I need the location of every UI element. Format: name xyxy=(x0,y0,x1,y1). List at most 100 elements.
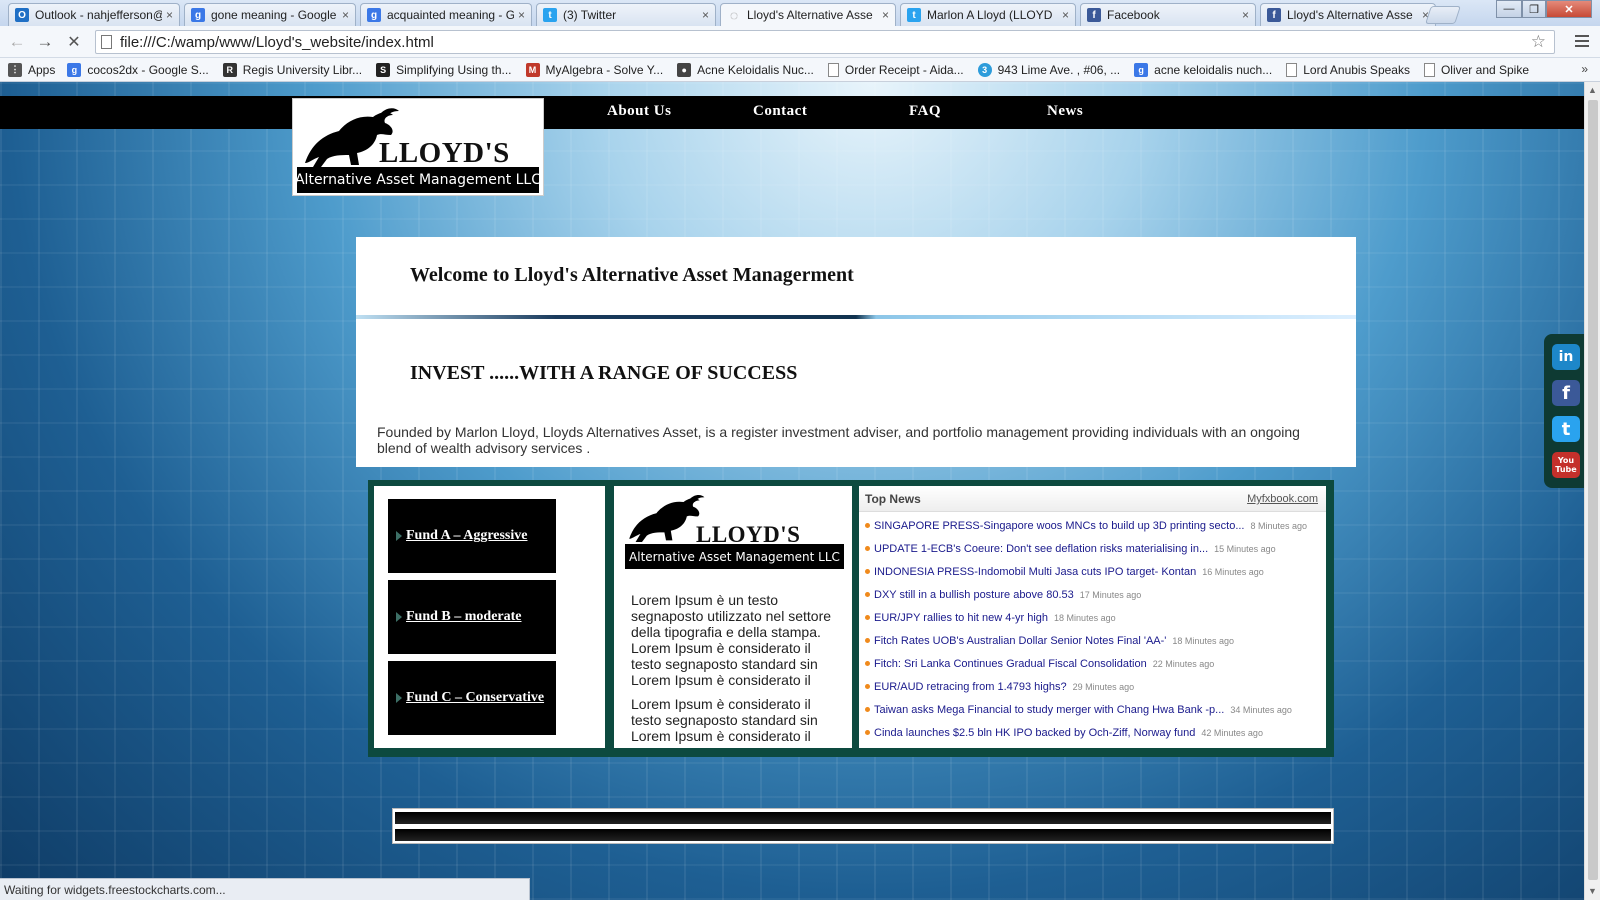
scrollbar-thumb[interactable] xyxy=(1588,100,1598,880)
fund-c-button[interactable]: Fund C – Conservative xyxy=(388,661,556,735)
bookmark-label: Order Receipt - Aida... xyxy=(844,62,964,77)
bookmark-label: Lord Anubis Speaks xyxy=(1303,62,1410,77)
bookmark-label: 943 Lime Ave. , #06, ... xyxy=(997,62,1121,77)
facebook-icon: f xyxy=(1087,8,1101,22)
twitter-icon[interactable]: t xyxy=(1552,416,1580,442)
browser-tab-strip: O Outlook - nahjefferson@ × g gone meani… xyxy=(0,0,1600,26)
news-headline[interactable]: EUR/JPY rallies to hit new 4-yr high xyxy=(874,612,1048,624)
nav-contact[interactable]: Contact xyxy=(753,103,807,120)
bookmark-myalgebra[interactable]: M MyAlgebra - Solve Y... xyxy=(525,62,663,77)
bookmark-acne-keloidalis[interactable]: ● Acne Keloidalis Nuc... xyxy=(677,62,814,77)
bookmark-oliver-spike[interactable]: Oliver and Spike xyxy=(1423,62,1530,77)
fund-b-button[interactable]: Fund B – moderate xyxy=(388,580,556,654)
about-column: LLOYD'S Alternative Asset Management LLC… xyxy=(614,486,852,748)
bookmark-lord-anubis[interactable]: Lord Anubis Speaks xyxy=(1286,62,1410,77)
fund-label[interactable]: Fund A – Aggressive xyxy=(406,528,528,544)
news-time: 15 Minutes ago xyxy=(1214,544,1276,554)
address-url[interactable]: file:///C:/wamp/www/Lloyd's_website/inde… xyxy=(120,34,434,51)
news-headline[interactable]: Taiwan asks Mega Financial to study merg… xyxy=(874,704,1224,716)
bookmark-acne-search[interactable]: g acne keloidalis nuch... xyxy=(1134,62,1272,77)
scroll-up-icon[interactable]: ▲ xyxy=(1588,85,1597,95)
news-headline[interactable]: DXY still in a bullish posture above 80.… xyxy=(874,589,1074,601)
browser-tab-acquainted-meaning[interactable]: g acquainted meaning - G × xyxy=(360,3,532,26)
bullet-icon xyxy=(865,615,870,620)
myfxbook-link[interactable]: Myfxbook.com xyxy=(1247,493,1318,505)
news-headline[interactable]: Fitch: Sri Lanka Continues Gradual Fisca… xyxy=(874,658,1147,670)
news-item[interactable]: Fitch Rates UOB's Australian Dollar Seni… xyxy=(865,635,1307,658)
minimize-button[interactable]: — xyxy=(1496,0,1522,18)
browser-tab-twitter[interactable]: t (3) Twitter × xyxy=(536,3,716,26)
page-icon xyxy=(827,62,839,77)
browser-tab-gone-meaning[interactable]: g gone meaning - Google × xyxy=(184,3,356,26)
news-time: 29 Minutes ago xyxy=(1072,682,1135,692)
address-bar[interactable]: file:///C:/wamp/www/Lloyd's_website/inde… xyxy=(95,30,1555,54)
news-item[interactable]: EUR/AUD retracing from 1.4793 highs? 29 M… xyxy=(865,681,1307,704)
back-button[interactable]: ← xyxy=(6,31,28,53)
tab-close-icon[interactable]: × xyxy=(342,8,349,22)
news-item[interactable]: SINGAPORE PRESS-Singapore woos MNCs to b… xyxy=(865,520,1307,543)
news-headline[interactable]: SINGAPORE PRESS-Singapore woos MNCs to b… xyxy=(874,520,1245,532)
news-item[interactable]: INDONESIA PRESS-Indomobil Multi Jasa cut… xyxy=(865,566,1307,589)
close-window-button[interactable]: ✕ xyxy=(1546,0,1592,18)
ticker-widget xyxy=(392,808,1334,844)
news-item[interactable]: UPDATE 1-ECB's Coeure: Don't see deflati… xyxy=(865,543,1307,566)
news-headline[interactable]: UPDATE 1-ECB's Coeure: Don't see deflati… xyxy=(874,543,1208,555)
tab-close-icon[interactable]: × xyxy=(702,8,709,22)
lorem-paragraph-2: Lorem Ipsum è considerato il testo segna… xyxy=(631,696,818,744)
facebook-icon: f xyxy=(1267,8,1281,22)
linkedin-icon[interactable]: in xyxy=(1552,344,1580,370)
people-icon: ● xyxy=(677,62,692,77)
youtube-icon[interactable]: You Tube xyxy=(1552,452,1580,478)
bookmark-simplifying[interactable]: S Simplifying Using th... xyxy=(376,62,512,77)
news-item[interactable]: Taiwan asks Mega Financial to study merg… xyxy=(865,704,1307,727)
bookmarks-overflow-icon[interactable]: » xyxy=(1581,62,1588,76)
forward-button[interactable]: → xyxy=(34,31,56,53)
news-headline[interactable]: Cinda launches $2.5 bln HK IPO backed by… xyxy=(874,727,1195,739)
tab-close-icon[interactable]: × xyxy=(518,8,525,22)
chrome-menu-icon[interactable] xyxy=(1575,35,1589,50)
facebook-icon[interactable]: f xyxy=(1552,380,1580,406)
news-item[interactable]: EUR/JPY rallies to hit new 4-yr high 18 M… xyxy=(865,612,1307,635)
nav-faq[interactable]: FAQ xyxy=(909,103,941,120)
nav-news[interactable]: News xyxy=(1047,103,1083,120)
maximize-button[interactable]: ❐ xyxy=(1522,0,1546,18)
browser-tab-lloyds-active[interactable]: ◌ Lloyd's Alternative Asse × xyxy=(720,3,896,26)
tab-close-icon[interactable]: × xyxy=(1062,8,1069,22)
tab-close-icon[interactable]: × xyxy=(882,8,889,22)
news-item[interactable]: Cinda launches $2.5 bln HK IPO backed by… xyxy=(865,727,1307,750)
bookmark-label: Oliver and Spike xyxy=(1440,62,1530,77)
bookmark-cocos2dx[interactable]: g cocos2dx - Google S... xyxy=(67,62,209,77)
new-tab-button[interactable] xyxy=(1425,6,1461,24)
bullet-icon xyxy=(865,546,870,551)
bookmark-order-receipt[interactable]: Order Receipt - Aida... xyxy=(827,62,964,77)
scroll-down-icon[interactable]: ▼ xyxy=(1588,886,1597,896)
browser-tab-lloyds-facebook[interactable]: f Lloyd's Alternative Asse × xyxy=(1260,3,1436,26)
bookmark-regis[interactable]: R Regis University Libr... xyxy=(222,62,362,77)
header-logo[interactable]: LLOYD'S Alternative Asset Management LLC xyxy=(292,98,544,196)
page-scrollbar[interactable]: ▲ ▼ xyxy=(1584,82,1600,900)
bookmark-apps[interactable]: ⋮ Apps xyxy=(8,62,55,77)
news-time: 18 Minutes ago xyxy=(1172,636,1234,646)
bookmark-star-icon[interactable]: ☆ xyxy=(1531,32,1546,52)
play-arrow-icon xyxy=(396,693,402,703)
news-headline[interactable]: EUR/AUD retracing from 1.4793 highs? xyxy=(874,681,1067,693)
tab-close-icon[interactable]: × xyxy=(166,8,173,22)
news-item[interactable]: Fitch: Sri Lanka Continues Gradual Fisca… xyxy=(865,658,1307,681)
fund-a-button[interactable]: Fund A – Aggressive xyxy=(388,499,556,573)
stop-button[interactable]: ✕ xyxy=(63,31,85,53)
apps-grid-icon: ⋮ xyxy=(8,62,22,77)
news-headline[interactable]: INDONESIA PRESS-Indomobil Multi Jasa cut… xyxy=(874,566,1196,578)
browser-tab-outlook[interactable]: O Outlook - nahjefferson@ × xyxy=(8,3,180,26)
browser-tab-facebook[interactable]: f Facebook × xyxy=(1080,3,1256,26)
fund-label[interactable]: Fund B – moderate xyxy=(406,609,522,625)
bull-logo-icon xyxy=(629,494,705,542)
nav-about-us[interactable]: About Us xyxy=(607,103,671,120)
tab-label: gone meaning - Google xyxy=(211,8,337,22)
news-headline[interactable]: Fitch Rates UOB's Australian Dollar Seni… xyxy=(874,635,1166,647)
welcome-panel: Welcome to Lloyd's Alternative Asset Man… xyxy=(356,237,1356,315)
tab-close-icon[interactable]: × xyxy=(1242,8,1249,22)
fund-label[interactable]: Fund C – Conservative xyxy=(406,690,544,706)
browser-tab-marlon-twitter[interactable]: t Marlon A Lloyd (LLOYD × xyxy=(900,3,1076,26)
news-item[interactable]: DXY still in a bullish posture above 80.… xyxy=(865,589,1307,612)
bookmark-lime-ave[interactable]: 3 943 Lime Ave. , #06, ... xyxy=(977,62,1121,77)
